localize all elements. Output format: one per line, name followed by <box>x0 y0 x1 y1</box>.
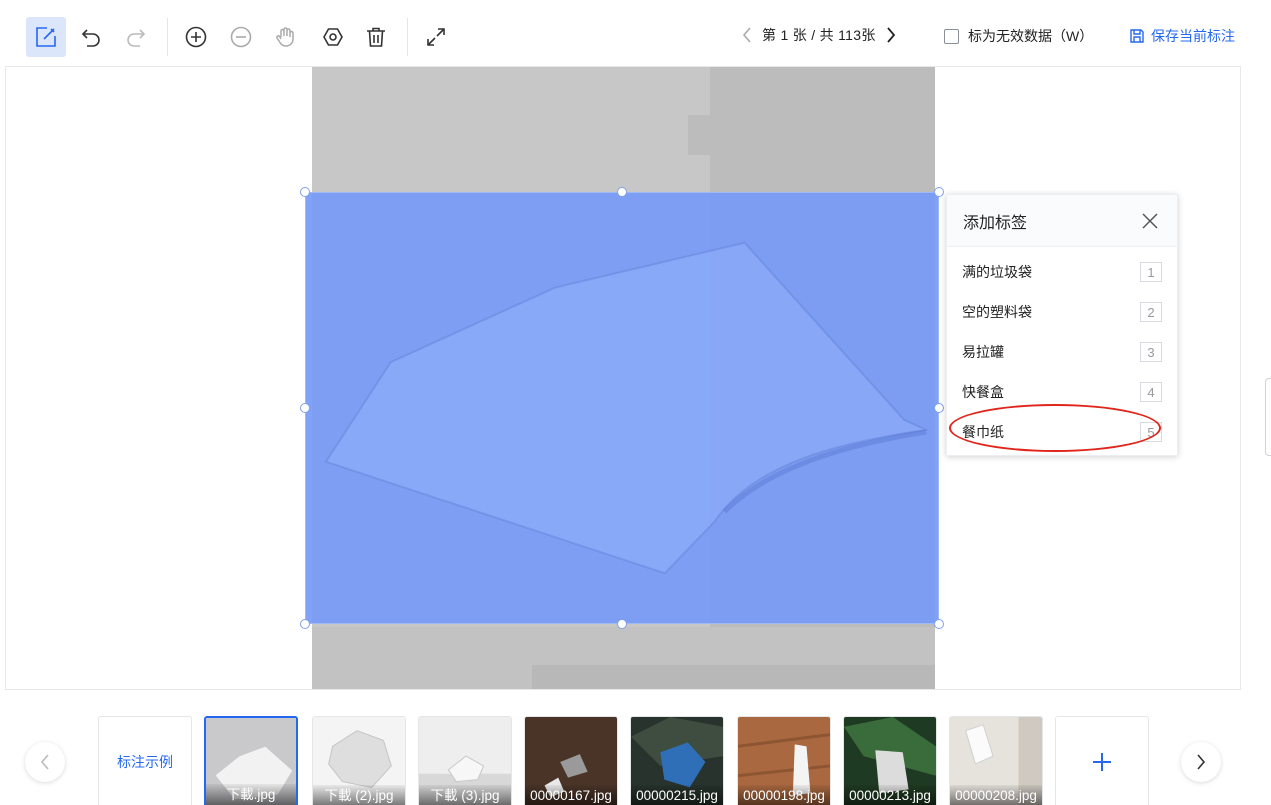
hexagon-settings-icon <box>323 28 343 46</box>
save-label: 保存当前标注 <box>1151 28 1235 44</box>
redo-icon <box>127 29 146 47</box>
thumbnail[interactable]: 下載 (2).jpg <box>312 716 406 805</box>
redo-button[interactable] <box>116 17 156 57</box>
resize-handle[interactable] <box>300 403 310 413</box>
trash-icon <box>367 27 385 47</box>
label-option[interactable]: 餐巾纸 5 <box>947 412 1177 452</box>
undo-icon <box>81 29 100 47</box>
thumbnail-filename: 下載 (3).jpg <box>419 785 511 805</box>
resize-handle[interactable] <box>300 187 310 197</box>
label-shortcut-key: 5 <box>1140 422 1162 442</box>
draw-rect-icon <box>36 27 56 47</box>
toolbar-divider <box>167 18 168 56</box>
resize-handle[interactable] <box>617 187 627 197</box>
add-image-button[interactable] <box>1055 716 1149 805</box>
label-option[interactable]: 空的塑料袋 2 <box>947 292 1177 332</box>
label-option-name: 空的塑料袋 <box>962 304 1032 320</box>
save-annotation-button[interactable]: 保存当前标注 <box>1129 26 1235 46</box>
hand-pan-icon <box>276 27 294 47</box>
side-panel-tab[interactable] <box>1265 378 1271 456</box>
thumbnail[interactable]: 00000167.jpg <box>524 716 618 805</box>
fullscreen-button[interactable] <box>416 17 456 57</box>
label-option-name: 快餐盒 <box>962 384 1004 400</box>
chevron-left-icon <box>40 754 49 770</box>
resize-handle[interactable] <box>617 619 627 629</box>
thumbnail[interactable]: 下載.jpg <box>204 716 298 805</box>
label-shortcut-key: 4 <box>1140 382 1162 402</box>
undo-button[interactable] <box>71 17 111 57</box>
resize-handle[interactable] <box>300 619 310 629</box>
fullscreen-icon <box>427 28 445 46</box>
label-option-name: 满的垃圾袋 <box>962 264 1032 280</box>
annotation-example-card[interactable]: 标注示例 <box>98 716 192 805</box>
strip-next-button[interactable] <box>1181 742 1221 782</box>
thumbnail-filename: 00000167.jpg <box>525 785 617 805</box>
strip-prev-button[interactable] <box>25 742 65 782</box>
thumbnail-filename: 00000198.jpg <box>738 785 830 805</box>
close-icon <box>1142 212 1158 229</box>
thumbnail-strip: 标注示例 下載.jpg 下載 (2).jpg 下載 (3).jpg 000001 <box>0 690 1271 805</box>
toolbar: 第 1 张 / 共 113张 标为无效数据（W） 保存当前标注 <box>0 0 1271 66</box>
thumbnail-filename: 00000208.jpg <box>950 785 1042 805</box>
chevron-left-icon <box>742 27 751 43</box>
zoom-out-button[interactable] <box>221 17 261 57</box>
pan-button[interactable] <box>266 17 306 57</box>
plus-icon <box>1093 753 1111 771</box>
label-shortcut-key: 2 <box>1140 302 1162 322</box>
popup-header: 添加标签 <box>947 195 1177 247</box>
annotation-app: 第 1 张 / 共 113张 标为无效数据（W） 保存当前标注 添加标签 满的垃… <box>0 0 1271 805</box>
label-option[interactable]: 易拉罐 3 <box>947 332 1177 372</box>
delete-button[interactable] <box>356 17 396 57</box>
draw-rect-button[interactable] <box>26 17 66 57</box>
thumbnail-filename: 下載.jpg <box>206 784 296 805</box>
resize-handle[interactable] <box>934 187 944 197</box>
polygon-button[interactable] <box>313 17 353 57</box>
resize-handle[interactable] <box>934 619 944 629</box>
bounding-box[interactable] <box>305 192 939 624</box>
pager-text: 第 1 张 / 共 113张 <box>762 27 876 43</box>
thumbnail[interactable]: 下載 (3).jpg <box>418 716 512 805</box>
zoom-out-icon <box>230 26 252 48</box>
chevron-right-icon <box>1197 754 1206 770</box>
label-option[interactable]: 满的垃圾袋 1 <box>947 252 1177 292</box>
thumbnail[interactable]: 00000215.jpg <box>630 716 724 805</box>
napkin-shape <box>324 241 930 575</box>
zoom-in-button[interactable] <box>176 17 216 57</box>
toolbar-divider <box>407 18 408 56</box>
pager: 第 1 张 / 共 113张 <box>738 24 900 46</box>
thumbnail-filename: 下載 (2).jpg <box>313 785 405 805</box>
next-image-button[interactable] <box>882 24 900 46</box>
save-icon <box>1130 29 1144 43</box>
thumbnail-filename: 00000215.jpg <box>631 785 723 805</box>
label-list: 满的垃圾袋 1 空的塑料袋 2 易拉罐 3 快餐盒 4 餐巾纸 5 <box>947 247 1177 452</box>
label-shortcut-key: 3 <box>1140 342 1162 362</box>
chevron-right-icon <box>886 27 895 43</box>
example-label: 标注示例 <box>117 754 173 770</box>
thumbnail-filename: 00000213.jpg <box>844 785 936 805</box>
resize-handle[interactable] <box>934 403 944 413</box>
checkbox-box[interactable] <box>944 28 959 44</box>
thumbnail[interactable]: 00000198.jpg <box>737 716 831 805</box>
label-option[interactable]: 快餐盒 4 <box>947 372 1177 412</box>
thumbnail[interactable]: 00000208.jpg <box>949 716 1043 805</box>
label-option-name: 餐巾纸 <box>962 424 1004 440</box>
thumbnail[interactable]: 00000213.jpg <box>843 716 937 805</box>
prev-image-button[interactable] <box>738 24 756 46</box>
mark-invalid-label: 标为无效数据（W） <box>968 28 1094 44</box>
label-option-name: 易拉罐 <box>962 344 1004 360</box>
popup-title: 添加标签 <box>963 214 1028 232</box>
mark-invalid-checkbox[interactable]: 标为无效数据（W） <box>944 26 1093 46</box>
add-label-popup: 添加标签 满的垃圾袋 1 空的塑料袋 2 易拉罐 3 快餐盒 4 餐巾纸 5 <box>946 194 1178 456</box>
zoom-in-icon <box>185 26 207 48</box>
close-button[interactable] <box>1139 210 1161 232</box>
label-shortcut-key: 1 <box>1140 262 1162 282</box>
